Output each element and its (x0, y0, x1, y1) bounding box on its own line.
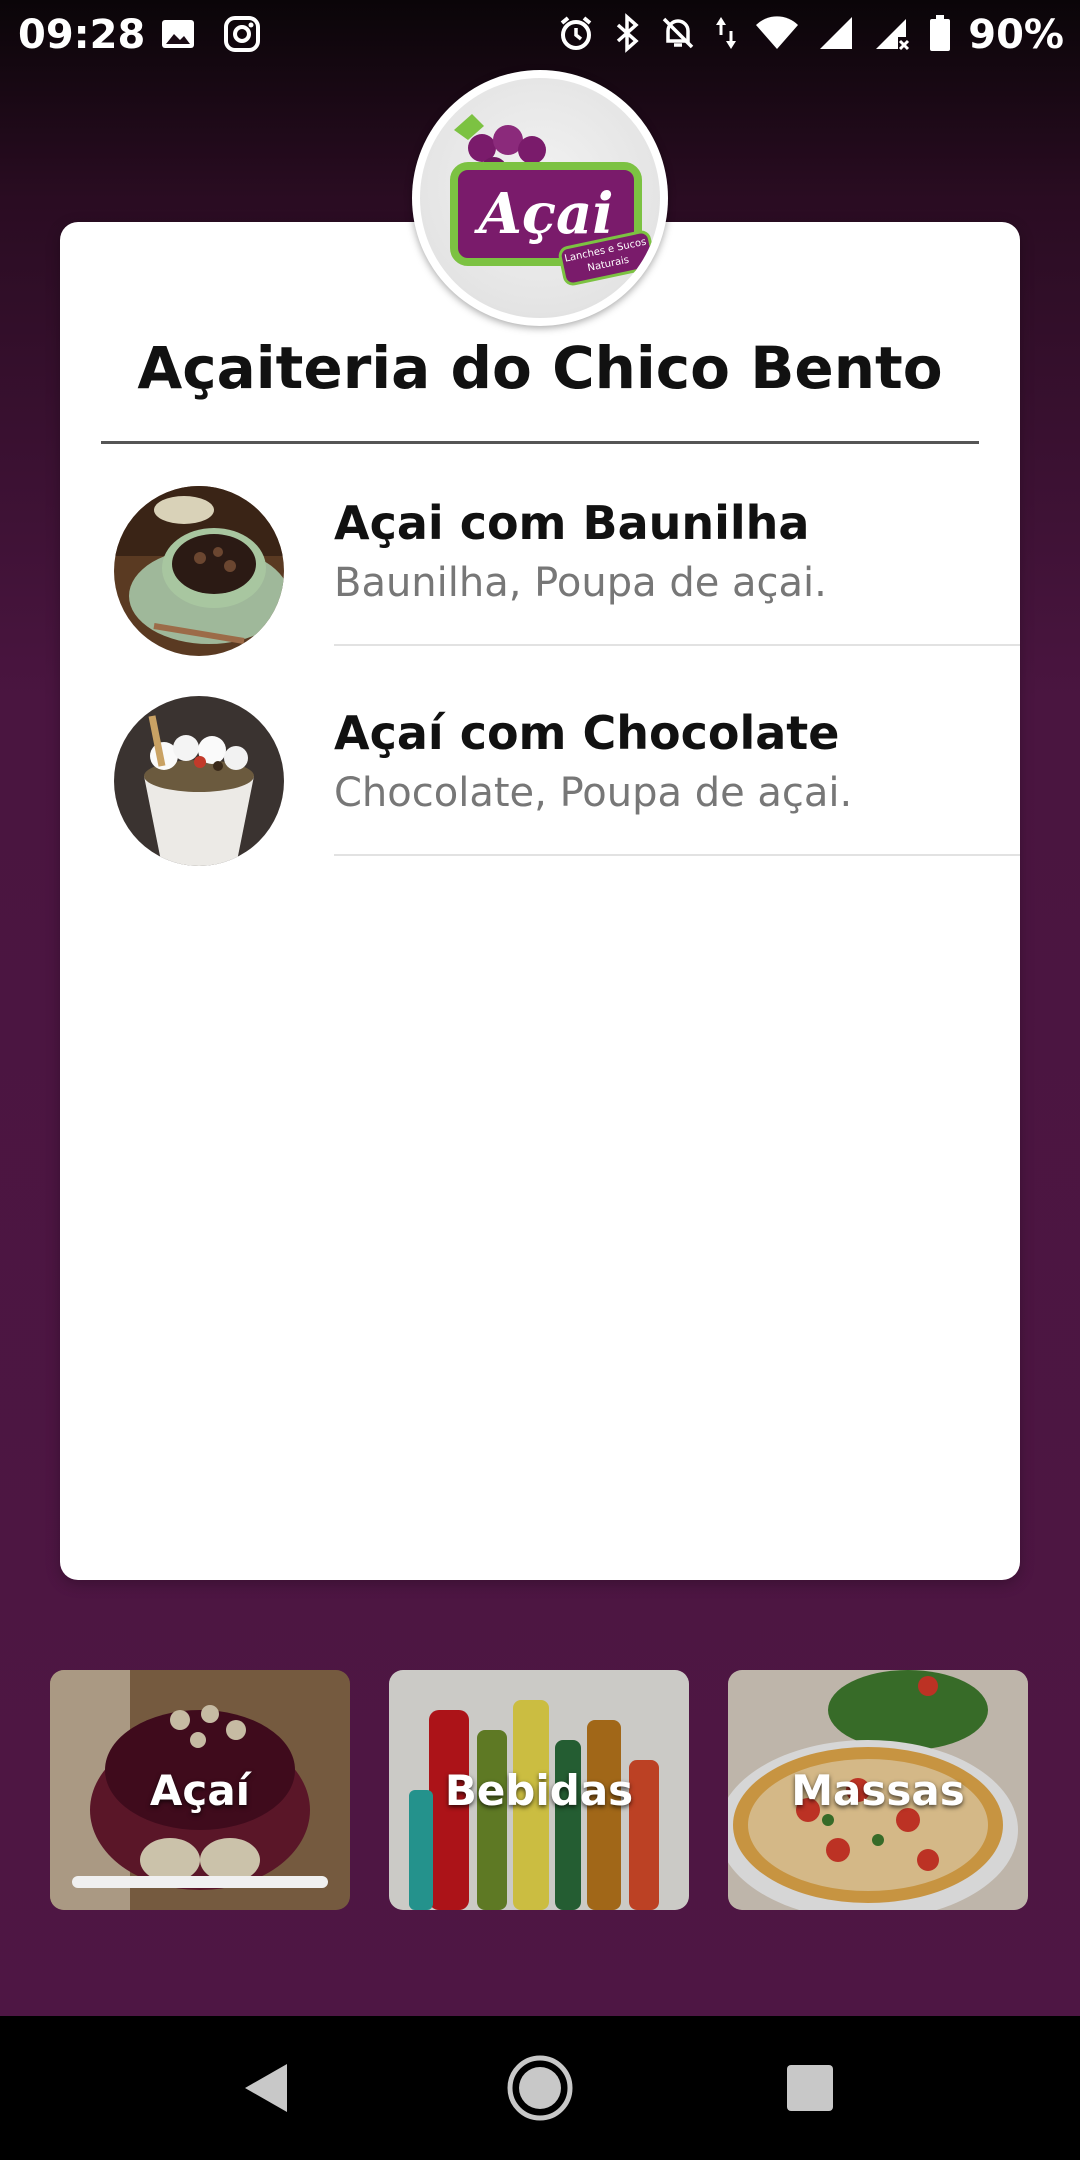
category-label: Massas (791, 1766, 965, 1815)
menu-item-divider (334, 854, 1020, 856)
signal-icon (816, 13, 856, 57)
bluetooth-icon (612, 13, 642, 57)
alarm-icon (556, 13, 596, 57)
category-label: Açaí (149, 1766, 251, 1815)
category-tab-bebidas[interactable]: Bebidas (389, 1670, 689, 1910)
menu-item-name: Açai com Baunilha (334, 496, 810, 550)
data-arrows-icon (714, 13, 738, 57)
menu-item-thumbnail (114, 696, 284, 866)
selected-indicator (72, 1876, 328, 1888)
instagram-icon (222, 14, 262, 58)
menu-item-name: Açaí com Chocolate (334, 706, 840, 760)
status-bar: 09:28 90% (0, 0, 1080, 72)
menu-item-acai-chocolate[interactable]: Açaí com Chocolate Chocolate, Poupa de a… (0, 690, 1080, 900)
menu-item-description: Baunilha, Poupa de açai. (334, 560, 827, 606)
wifi-icon (754, 13, 800, 57)
menu-item-acai-baunilha[interactable]: Açai com Baunilha Baunilha, Poupa de aça… (0, 480, 1080, 690)
category-tab-acai[interactable]: Açaí (50, 1670, 350, 1910)
status-left-icons (158, 14, 262, 58)
restaurant-title: Açaiteria do Chico Bento (137, 334, 943, 402)
battery-icon (928, 13, 952, 57)
system-nav-bar (0, 2016, 1080, 2160)
logo-badge: Açai Lanches e Sucos Naturais (420, 78, 660, 318)
menu-item-description: Chocolate, Poupa de açai. (334, 770, 853, 816)
menu-card (60, 222, 1020, 1580)
battery-percentage: 90% (968, 12, 1064, 58)
home-icon[interactable] (498, 2046, 582, 2130)
category-tab-massas[interactable]: Massas (728, 1670, 1028, 1910)
back-icon[interactable] (224, 2046, 308, 2130)
menu-item-thumbnail (114, 486, 284, 656)
image-icon (158, 14, 198, 58)
status-right-icons: 90% (556, 12, 1064, 58)
category-label: Bebidas (444, 1766, 634, 1815)
restaurant-logo: Açai Lanches e Sucos Naturais (412, 70, 668, 326)
notifications-off-icon (658, 13, 698, 57)
title-divider (101, 441, 979, 444)
signal-no-data-icon (872, 13, 912, 57)
status-time: 09:28 (18, 12, 146, 58)
recents-icon[interactable] (768, 2046, 852, 2130)
menu-item-divider (334, 644, 1020, 646)
